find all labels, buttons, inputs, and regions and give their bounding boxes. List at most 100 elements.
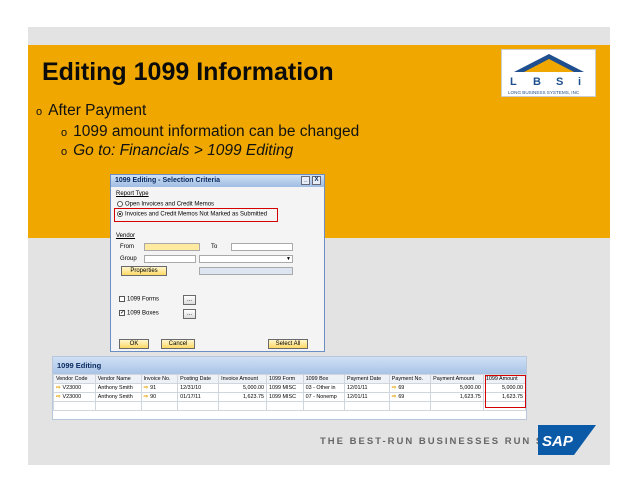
cell-vendor-name: Anthony Smith bbox=[94, 383, 142, 393]
cell-invoice-amount: 1,623.75 bbox=[218, 392, 268, 402]
select-all-button[interactable]: Select All bbox=[268, 339, 308, 349]
cell-vendor-name: Anthony Smith bbox=[94, 392, 142, 402]
cell-text: 91 bbox=[150, 385, 157, 391]
close-icon[interactable]: X bbox=[312, 176, 321, 185]
group-label: Group bbox=[120, 256, 137, 262]
bullet-marker: o bbox=[61, 146, 68, 158]
cell-text: V23000 bbox=[62, 385, 82, 391]
link-arrow-icon[interactable]: ⇨ bbox=[56, 394, 61, 400]
link-arrow-icon[interactable]: ⇨ bbox=[144, 385, 149, 391]
col-payment-date[interactable]: Payment Date bbox=[343, 374, 390, 384]
dialog-title: 1099 Editing - Selection Criteria bbox=[115, 177, 221, 184]
col-1099-form[interactable]: 1099 Form bbox=[266, 374, 304, 384]
cell-payment-amount: 5,000.00 bbox=[430, 383, 484, 393]
checkbox-checked-icon[interactable]: ✓ bbox=[119, 310, 125, 316]
lbsi-logo: L B S i LONG BUSINESS SYSTEMS, INC bbox=[501, 49, 596, 97]
cell-vendor-code[interactable]: ⇨ V23000 bbox=[53, 383, 96, 393]
cell-payment-no[interactable]: ⇨ 69 bbox=[388, 383, 432, 393]
cell-payment-date: 12/01/11 bbox=[343, 383, 390, 393]
cell-text: 69 bbox=[398, 385, 405, 391]
logo-letter-l: L bbox=[510, 76, 517, 88]
grid-title: 1099 Editing bbox=[57, 361, 102, 370]
cancel-button[interactable]: Cancel bbox=[161, 339, 195, 349]
cell-1099-form[interactable]: 1099 MISC bbox=[266, 392, 304, 402]
dialog-titlebar[interactable]: 1099 Editing - Selection Criteria _ X bbox=[111, 175, 324, 187]
boxes-checkbox-label: 1099 Boxes bbox=[127, 310, 159, 317]
table-row[interactable]: ⇨ V23000 Anthony Smith ⇨ 91 12/31/10 5,000… bbox=[53, 383, 527, 393]
logo-letter-i: i bbox=[578, 76, 581, 88]
link-arrow-icon[interactable]: ⇨ bbox=[392, 385, 397, 391]
radio-icon[interactable] bbox=[117, 201, 123, 207]
cell-1099-box[interactable]: 07 - Nonemp bbox=[302, 392, 345, 402]
bullet-go-to: o Go to: Financials > 1099 Editing bbox=[61, 142, 293, 160]
cell-invoice-amount: 5,000.00 bbox=[218, 383, 268, 393]
cell-1099-box[interactable]: 03 - Other in bbox=[302, 383, 345, 393]
cell-payment-date: 12/01/11 bbox=[343, 392, 390, 402]
editing-table: Vendor Code Vendor Name Invoice No. Post… bbox=[53, 374, 527, 411]
report-type-label: Report Type bbox=[116, 191, 149, 197]
link-arrow-icon[interactable]: ⇨ bbox=[144, 394, 149, 400]
table-row[interactable]: ⇨ V23000 Anthony Smith ⇨ 90 01/17/11 1,623… bbox=[53, 392, 527, 402]
highlight-box-report-type bbox=[114, 208, 278, 222]
boxes-ellipsis-button[interactable]: ... bbox=[183, 309, 196, 319]
sap-logo-text: SAP bbox=[542, 433, 574, 450]
col-invoice-no[interactable]: Invoice No. bbox=[140, 374, 179, 384]
col-1099-box[interactable]: 1099 Box bbox=[302, 374, 345, 384]
cell-payment-amount: 1,623.75 bbox=[430, 392, 484, 402]
ok-button[interactable]: OK bbox=[119, 339, 149, 349]
chevron-down-icon[interactable]: ▼ bbox=[286, 256, 291, 262]
col-invoice-amount[interactable]: Invoice Amount bbox=[218, 374, 268, 384]
from-label: From bbox=[120, 244, 134, 250]
cell-invoice-no[interactable]: ⇨ 91 bbox=[140, 383, 179, 393]
sap-logo: SAP bbox=[538, 425, 596, 455]
cell-text: 90 bbox=[150, 394, 157, 400]
table-row-empty[interactable] bbox=[53, 401, 527, 411]
cell-posting-date: 01/17/11 bbox=[177, 392, 220, 402]
checkbox-icon[interactable] bbox=[119, 296, 125, 302]
grid-titlebar: 1099 Editing bbox=[53, 357, 526, 374]
editing-grid-window: 1099 Editing Vendor Code Vendor Name Inv… bbox=[52, 356, 527, 420]
bullet-text: After Payment bbox=[48, 102, 147, 119]
vendor-to-field[interactable] bbox=[231, 243, 293, 251]
boxes-checkbox[interactable]: ✓ 1099 Boxes bbox=[119, 310, 159, 317]
forms-ellipsis-button[interactable]: ... bbox=[183, 295, 196, 305]
logo-letter-s: S bbox=[556, 76, 563, 88]
col-payment-no[interactable]: Payment No. bbox=[388, 374, 432, 384]
sap-tagline: THE BEST-RUN BUSINESSES RUN SAP bbox=[320, 436, 562, 447]
cell-text: V23000 bbox=[62, 394, 82, 400]
vendor-from-field[interactable] bbox=[144, 243, 200, 251]
cell-text: 69 bbox=[398, 394, 405, 400]
bullet-marker: o bbox=[61, 127, 68, 139]
bullet-after-payment: o After Payment bbox=[36, 102, 146, 120]
cell-vendor-code[interactable]: ⇨ V23000 bbox=[53, 392, 96, 402]
bullet-amount-changed: o 1099 amount information can be changed bbox=[61, 123, 359, 141]
cell-1099-form[interactable]: 1099 MISC bbox=[266, 383, 304, 393]
table-header-row: Vendor Code Vendor Name Invoice No. Post… bbox=[53, 374, 527, 384]
selection-criteria-dialog: 1099 Editing - Selection Criteria _ X Re… bbox=[110, 174, 325, 352]
properties-field bbox=[199, 267, 293, 275]
col-posting-date[interactable]: Posting Date bbox=[177, 374, 220, 384]
logo-letter-b: B bbox=[533, 76, 541, 88]
minimize-icon[interactable]: _ bbox=[301, 176, 310, 185]
radio-open-invoices[interactable]: Open Invoices and Credit Memos bbox=[117, 201, 214, 208]
bullet-marker: o bbox=[36, 106, 43, 118]
radio-open-invoices-label: Open Invoices and Credit Memos bbox=[125, 201, 215, 208]
col-vendor-name[interactable]: Vendor Name bbox=[94, 374, 142, 384]
lbsi-logo-graphic: L B S i LONG BUSINESS SYSTEMS, INC bbox=[508, 54, 584, 95]
properties-button[interactable]: Properties bbox=[121, 266, 167, 276]
link-arrow-icon[interactable]: ⇨ bbox=[392, 394, 397, 400]
slide-title: Editing 1099 Information bbox=[42, 58, 334, 86]
forms-checkbox-label: 1099 Forms bbox=[127, 296, 160, 303]
col-payment-amount[interactable]: Payment Amount bbox=[430, 374, 484, 384]
cell-invoice-no[interactable]: ⇨ 90 bbox=[140, 392, 179, 402]
group-select[interactable]: ▼ bbox=[199, 255, 293, 263]
col-vendor-code[interactable]: Vendor Code bbox=[53, 374, 96, 384]
forms-checkbox[interactable]: 1099 Forms bbox=[119, 296, 159, 303]
group-field[interactable] bbox=[144, 255, 196, 263]
cell-payment-no[interactable]: ⇨ 69 bbox=[388, 392, 432, 402]
link-arrow-icon[interactable]: ⇨ bbox=[56, 385, 61, 391]
logo-text: LONG BUSINESS SYSTEMS, INC bbox=[508, 90, 580, 95]
to-label: To bbox=[211, 244, 218, 250]
highlight-box-1099-amount bbox=[485, 375, 526, 408]
vendor-label: Vendor bbox=[116, 233, 136, 239]
